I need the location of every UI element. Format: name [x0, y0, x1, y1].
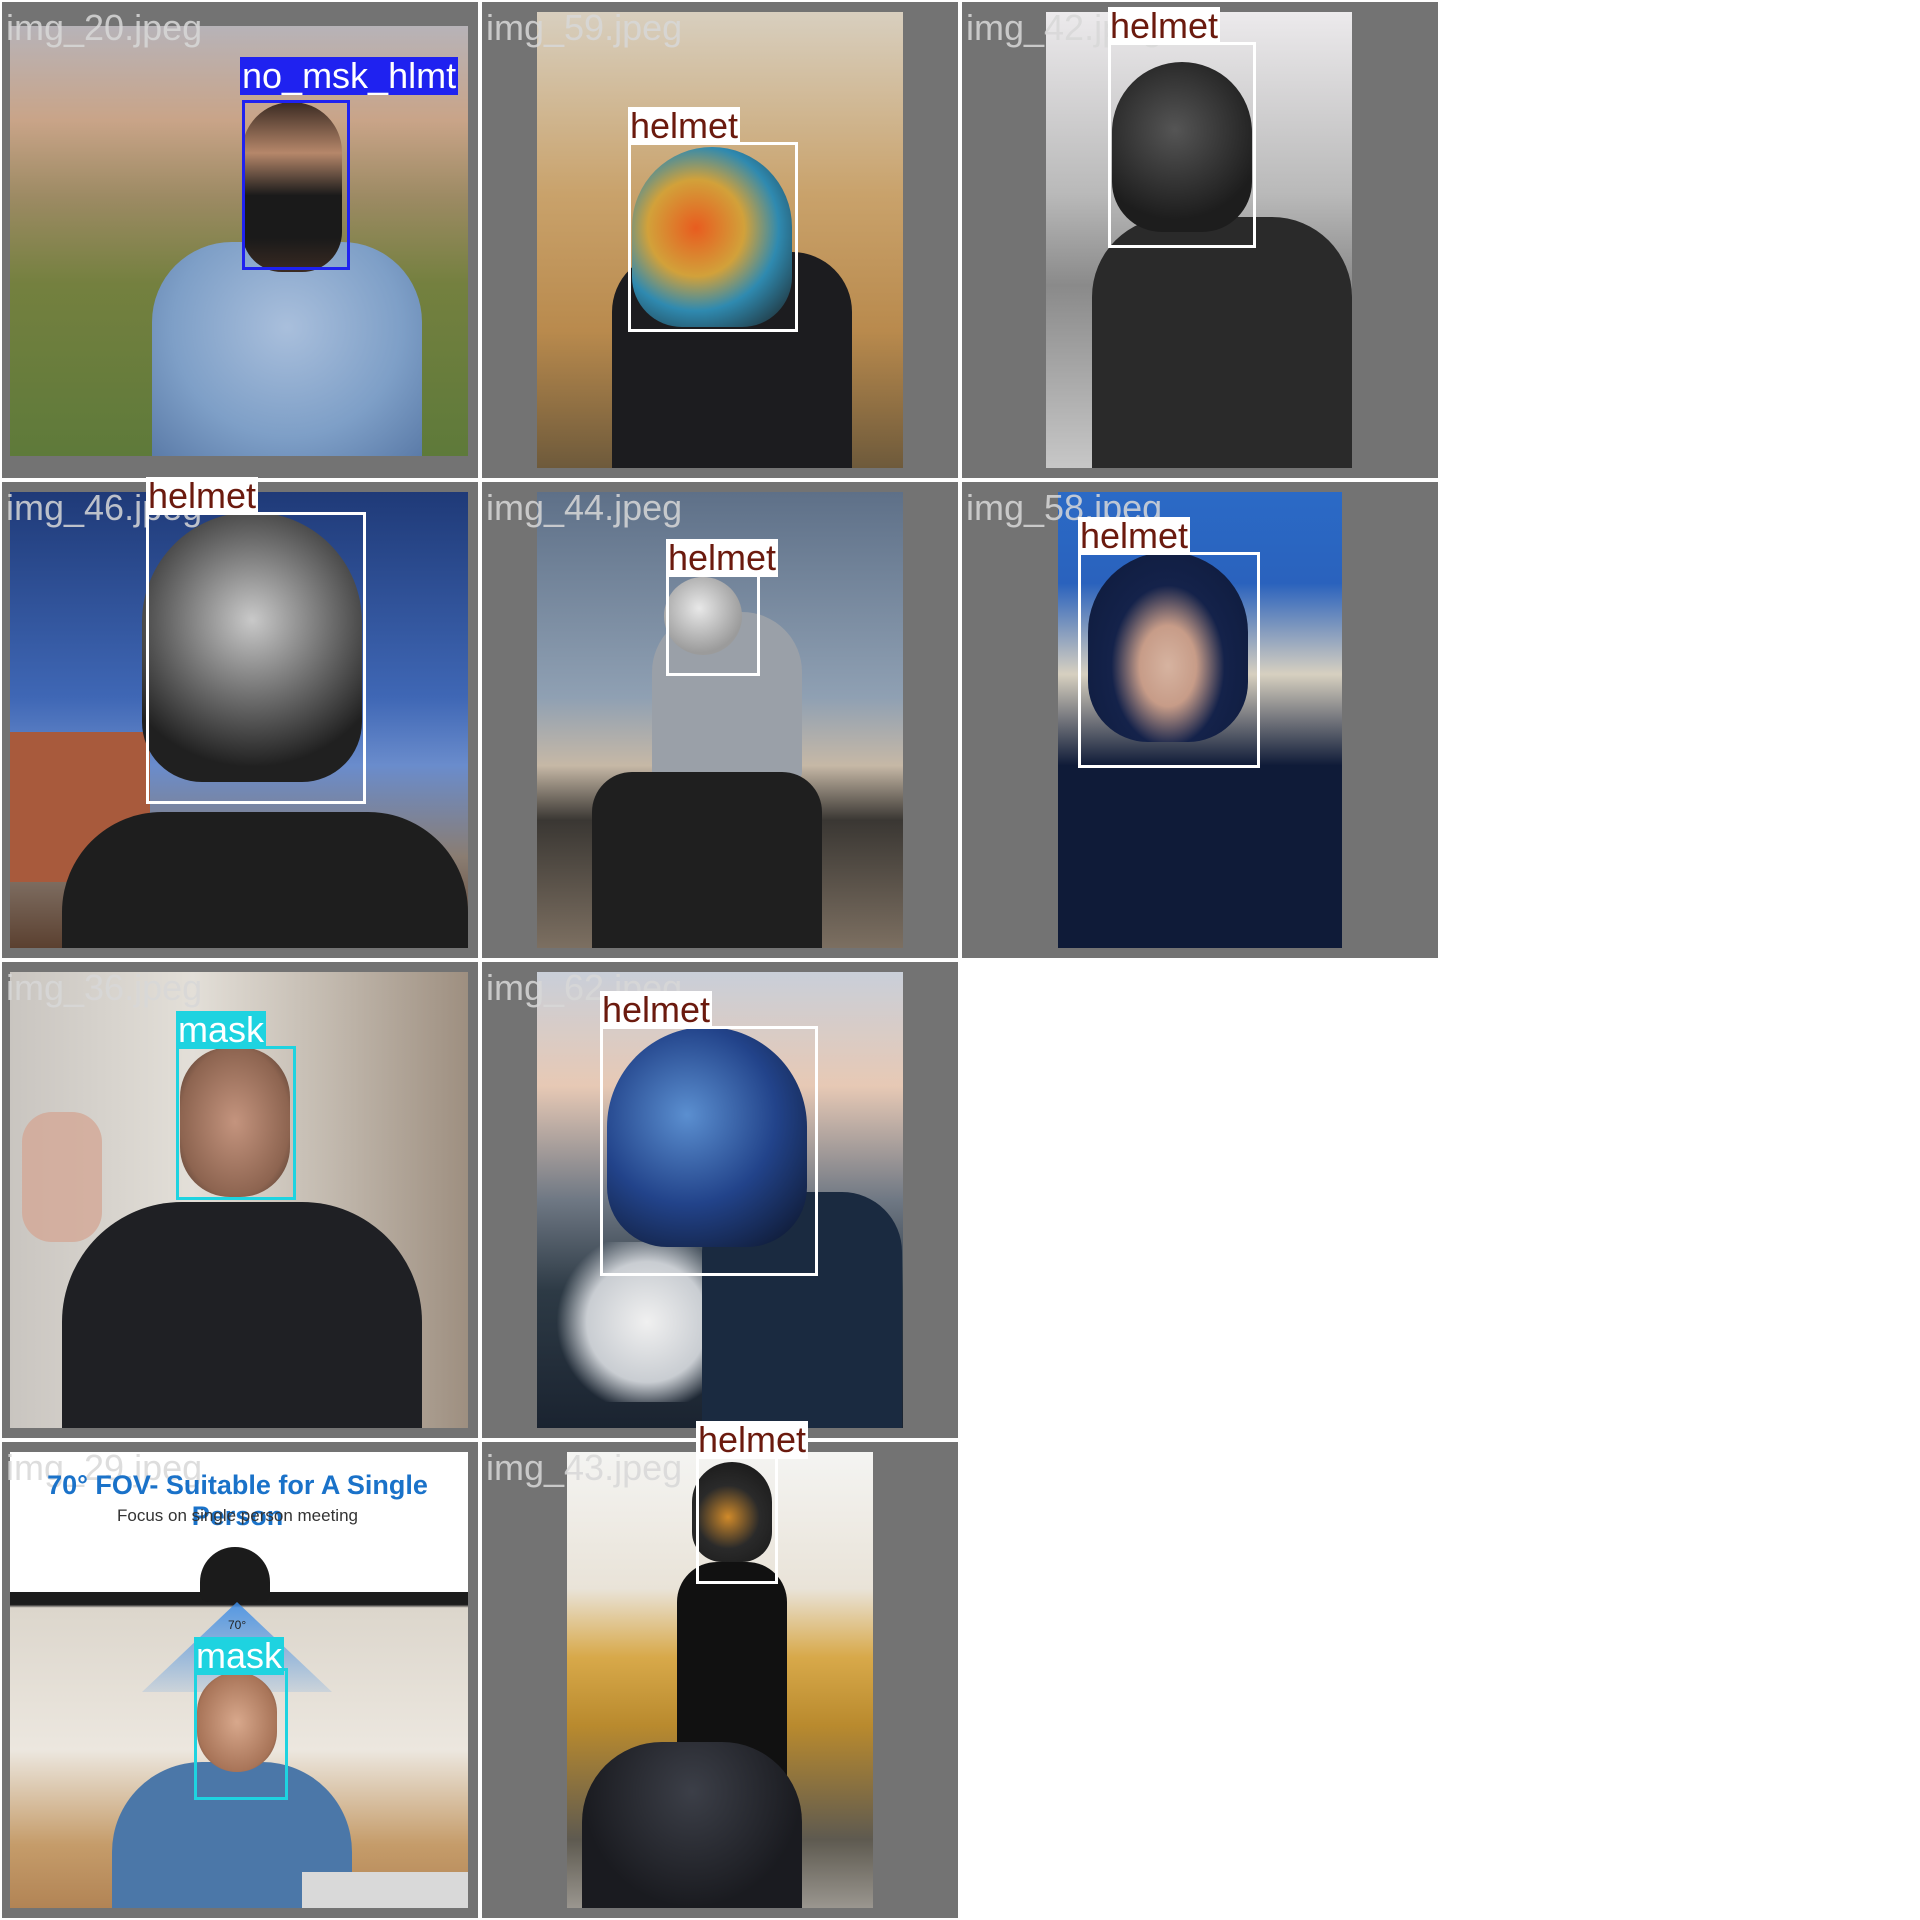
bbox-label: helmet [696, 1419, 809, 1460]
bbox-label: helmet [628, 105, 741, 146]
bbox-label: mask [176, 1009, 267, 1050]
bbox-label: helmet [600, 989, 713, 1030]
filename-label: img_44.jpeg [486, 487, 683, 528]
ad-subtitle: Focus on single person meeting [117, 1506, 358, 1525]
motorcycle [582, 1742, 802, 1908]
filename-label: img_36.jpeg [6, 967, 203, 1008]
bbox-mask [194, 1668, 288, 1800]
bbox-label: no_msk_hlmt [240, 55, 459, 96]
rider-body [1092, 217, 1352, 468]
bbox-label: helmet [666, 537, 779, 578]
bbox-helmet [666, 574, 760, 676]
bbox-helmet [628, 142, 798, 332]
bbox-label: helmet [1078, 515, 1191, 556]
bbox-label: mask [194, 1635, 285, 1676]
bbox-no-msk-hlmt [242, 100, 350, 270]
leather-jacket [62, 812, 468, 948]
bbox-helmet [146, 512, 366, 804]
ad-angle-label: 70° [228, 1618, 247, 1632]
bbox-helmet [600, 1026, 818, 1276]
bbox-label: helmet [1108, 5, 1221, 46]
bbox-helmet [1108, 42, 1256, 248]
filename-label: img_20.jpeg [6, 7, 203, 48]
filename-label: img_43.jpeg [486, 1447, 683, 1488]
filename-label: img_59.jpeg [486, 7, 683, 48]
person-denim-jacket [152, 242, 422, 456]
bbox-helmet [1078, 552, 1260, 768]
bbox-helmet [696, 1456, 778, 1584]
laptop [302, 1872, 468, 1908]
man-sweater [62, 1202, 422, 1428]
bbox-mask [176, 1046, 296, 1200]
bbox-label: helmet [146, 475, 259, 516]
motorcycle [592, 772, 822, 948]
hand [22, 1112, 102, 1242]
